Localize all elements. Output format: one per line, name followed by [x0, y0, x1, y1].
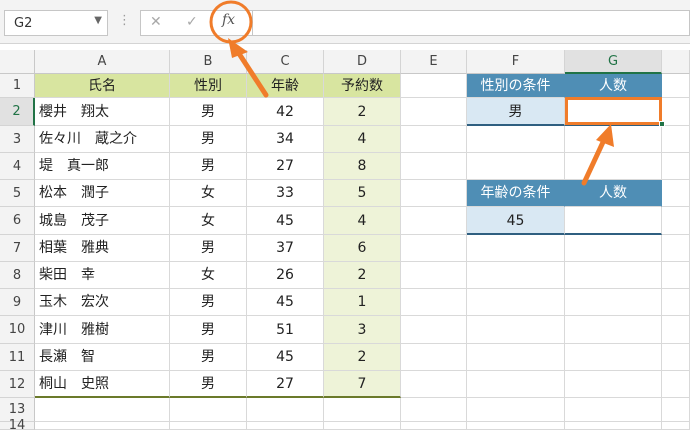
arrow-to-fx [233, 46, 269, 98]
highlight-circle [209, 0, 253, 44]
annotation-overlay [209, 0, 614, 186]
arrow-to-g2 [581, 137, 607, 186]
